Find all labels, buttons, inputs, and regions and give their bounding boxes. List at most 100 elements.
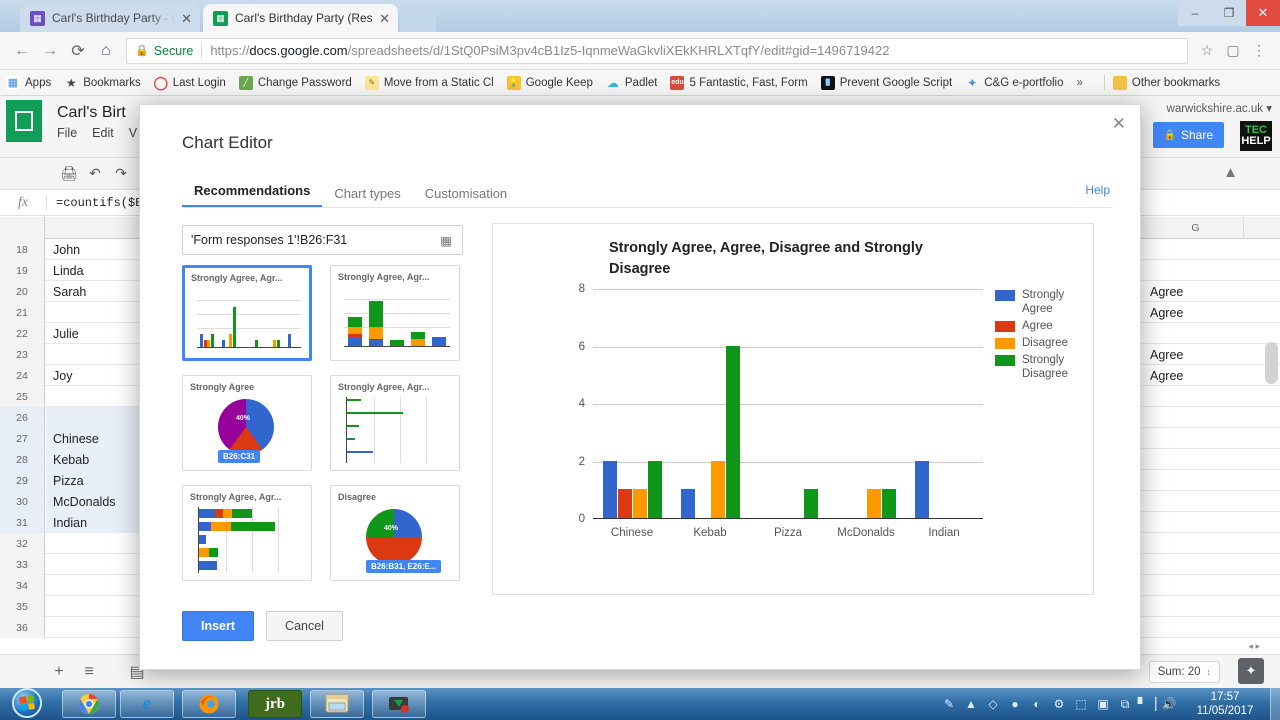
cell-column-a[interactable] <box>46 533 141 554</box>
clock[interactable]: 17:57 11/05/2017 <box>1180 690 1270 718</box>
bookmark-padlet[interactable]: ☁ Padlet <box>606 76 658 90</box>
all-sheets-button[interactable]: ≡ <box>74 657 104 687</box>
horizontal-scroll-arrows[interactable]: ◂ ▸ <box>1248 641 1260 652</box>
close-icon[interactable]: ✕ <box>379 12 390 25</box>
chart-bar[interactable] <box>866 489 881 518</box>
cell-column-g[interactable] <box>1148 428 1244 449</box>
menu-file[interactable]: File <box>57 126 77 140</box>
row-header[interactable]: 36 <box>0 617 45 638</box>
tab-customisation[interactable]: Customisation <box>413 186 519 208</box>
menu-view[interactable]: V <box>129 126 137 140</box>
cell-column-g[interactable] <box>1148 407 1244 428</box>
cell-column-a[interactable]: Chinese <box>46 428 141 449</box>
tray-app4-icon[interactable]: ⬚ <box>1070 688 1092 720</box>
chart-bar[interactable] <box>803 489 818 518</box>
dropbox-icon[interactable]: ◇ <box>982 688 1004 720</box>
row-header[interactable]: 33 <box>0 554 45 575</box>
back-icon[interactable]: ← <box>8 37 36 65</box>
bookmark-google-keep[interactable]: 💡 Google Keep <box>506 75 593 90</box>
print-icon[interactable]: 🖨 <box>56 161 82 187</box>
document-title[interactable]: Carl's Birt <box>57 104 126 122</box>
cell-column-a[interactable] <box>46 617 141 638</box>
help-link[interactable]: Help <box>1085 183 1110 197</box>
status-badge[interactable]: Sum: 20 ↕ <box>1148 661 1220 683</box>
redo-icon[interactable]: ↷ <box>108 161 134 187</box>
pen-icon[interactable]: ✎ <box>938 688 960 720</box>
new-tab-button[interactable] <box>400 8 436 32</box>
taskbar-item-firefox[interactable] <box>182 690 236 718</box>
chart-bar[interactable] <box>647 460 662 518</box>
home-icon[interactable]: ⌂ <box>92 37 120 65</box>
cell-column-a[interactable]: Pizza <box>46 470 141 491</box>
cell-column-g[interactable] <box>1148 491 1244 512</box>
row-header[interactable]: 19 <box>0 260 45 281</box>
network-icon[interactable]: ▘▕ <box>1136 688 1158 720</box>
row-header[interactable]: 28 <box>0 449 45 470</box>
close-window-button[interactable]: ✕ <box>1246 0 1280 26</box>
bookmark-star-icon[interactable]: ☆ <box>1194 38 1220 64</box>
taskbar-item-media[interactable] <box>372 690 426 718</box>
cell-column-g[interactable] <box>1148 512 1244 533</box>
close-icon[interactable]: ✕ <box>1112 115 1126 132</box>
cell-column-a[interactable]: Indian <box>46 512 141 533</box>
cell-column-g[interactable] <box>1148 596 1244 617</box>
chart-bar[interactable] <box>602 460 617 518</box>
chart-preview[interactable]: Strongly Agree, Agree, Disagree and Stro… <box>492 223 1094 595</box>
tab-chart-types[interactable]: Chart types <box>322 186 412 208</box>
chart-recommendation-card[interactable]: Strongly Agree, Agr... <box>182 265 312 361</box>
cell-column-g[interactable] <box>1148 449 1244 470</box>
row-header[interactable]: 35 <box>0 596 45 617</box>
cell-column-a[interactable] <box>46 554 141 575</box>
cell-column-g[interactable] <box>1148 260 1244 281</box>
row-header[interactable]: 24 <box>0 365 45 386</box>
cell-column-a[interactable] <box>46 302 141 323</box>
volume-icon[interactable]: 🔊 <box>1158 688 1180 720</box>
chart-recommendation-card[interactable]: Strongly Agree, Agr... <box>182 485 312 581</box>
tray-app3-icon[interactable]: ⚙ <box>1048 688 1070 720</box>
tray-app6-icon[interactable]: ⧉ <box>1114 688 1136 720</box>
bookmark-5-fantastic-forms[interactable]: edu 5 Fantastic, Fast, Form <box>670 75 808 90</box>
cell-column-g[interactable]: Agree <box>1148 344 1244 365</box>
show-hidden-icons-button[interactable]: ▲ <box>960 688 982 720</box>
show-desktop-button[interactable] <box>1270 688 1280 720</box>
undo-icon[interactable]: ↶ <box>82 161 108 187</box>
row-header[interactable]: 27 <box>0 428 45 449</box>
scrollbar-thumb[interactable] <box>1265 342 1278 384</box>
tray-app5-icon[interactable]: ▣ <box>1092 688 1114 720</box>
bookmark-cg-eportfolio[interactable]: ✦ C&G e-portfolio <box>965 76 1063 90</box>
tray-app2-icon[interactable]: ◐ <box>1026 688 1048 720</box>
legend-item[interactable]: Strongly Agree <box>995 288 1084 316</box>
cast-icon[interactable]: ▢ <box>1220 38 1246 64</box>
row-header[interactable]: 26 <box>0 407 45 428</box>
share-button[interactable]: 🔒 Share <box>1152 122 1224 148</box>
cell-column-a[interactable]: Sarah <box>46 281 141 302</box>
cell-column-a[interactable] <box>46 344 141 365</box>
cell-column-g[interactable] <box>1148 554 1244 575</box>
bookmark-prevent-google-script[interactable]: █ Prevent Google Script <box>820 75 952 90</box>
cell-column-g[interactable] <box>1148 575 1244 596</box>
row-header[interactable]: 31 <box>0 512 45 533</box>
forward-icon[interactable]: → <box>36 37 64 65</box>
bookmarks-overflow-button[interactable]: » <box>1077 77 1083 89</box>
row-header[interactable]: 29 <box>0 470 45 491</box>
menu-edit[interactable]: Edit <box>92 126 114 140</box>
column-header-g[interactable]: G <box>1148 217 1244 239</box>
bookmark-other-bookmarks[interactable]: Other bookmarks <box>1112 75 1220 90</box>
cell-column-a[interactable]: Linda <box>46 260 141 281</box>
tab-recommendations[interactable]: Recommendations <box>182 183 323 208</box>
row-header[interactable]: 18 <box>0 239 45 260</box>
bookmark-move-from-static[interactable]: ✎ Move from a Static Cl <box>364 75 494 90</box>
legend-item[interactable]: Disagree <box>995 336 1084 350</box>
formula-input[interactable]: =countifs($E <box>56 196 142 210</box>
cell-column-g[interactable]: Agree <box>1148 365 1244 386</box>
cell-column-g[interactable]: Agree <box>1148 281 1244 302</box>
bookmark-bookmarks[interactable]: ★ Bookmarks <box>64 76 141 90</box>
bookmark-apps[interactable]: ▦ Apps <box>6 75 51 90</box>
chart-bar[interactable] <box>881 489 896 518</box>
row-header[interactable]: 30 <box>0 491 45 512</box>
chart-bar[interactable] <box>632 489 647 518</box>
chart-recommendation-card[interactable]: Strongly Agree 40% B26:C31 <box>182 375 312 471</box>
cell-column-a[interactable] <box>46 575 141 596</box>
row-header[interactable]: 20 <box>0 281 45 302</box>
reload-icon[interactable]: ⟳ <box>64 37 92 65</box>
